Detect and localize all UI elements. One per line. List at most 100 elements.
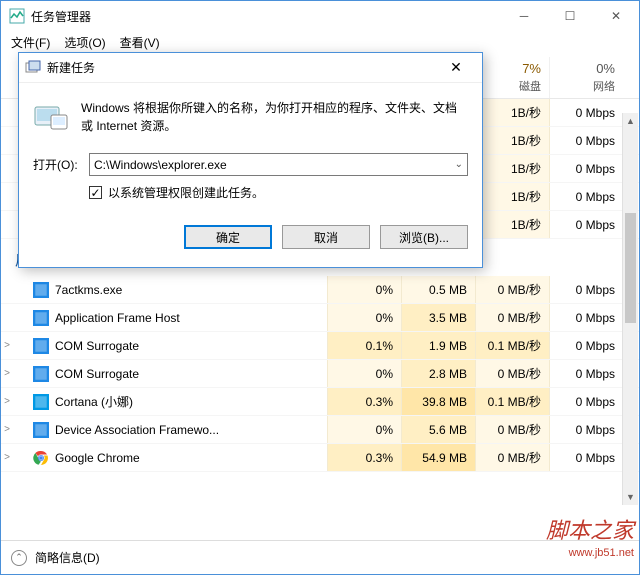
cell-disk: 0 MB/秒 (475, 416, 549, 443)
maximize-button[interactable]: ☐ (547, 1, 593, 31)
col-network[interactable]: 0% 网络 (549, 57, 623, 98)
table-row[interactable]: Application Frame Host0%3.5 MB0 MB/秒0 Mb… (1, 304, 639, 332)
process-icon (33, 338, 49, 354)
cell-disk: 0 MB/秒 (475, 360, 549, 387)
cell-net: 0 Mbps (549, 444, 623, 471)
watermark-url: www.jb51.net (569, 547, 634, 559)
open-value: C:\Windows\explorer.exe (94, 158, 227, 172)
process-name: Cortana (小娜) (55, 393, 327, 410)
cell-disk: 0 MB/秒 (475, 444, 549, 471)
close-button[interactable]: ✕ (593, 1, 639, 31)
process-icon (33, 366, 49, 382)
browse-button[interactable]: 浏览(B)... (380, 225, 468, 249)
table-row[interactable]: 7actkms.exe0%0.5 MB0 MB/秒0 Mbps (1, 276, 639, 304)
expand-icon[interactable]: > (1, 340, 13, 351)
cell-mem: 0.5 MB (401, 276, 475, 303)
cell-cpu: 0% (327, 276, 401, 303)
cell-net: 0 Mbps (549, 332, 623, 359)
process-icon (33, 450, 49, 466)
cell-cpu: 0% (327, 416, 401, 443)
process-icon (33, 422, 49, 438)
run-dialog: 新建任务 ✕ Windows 将根据你所键入的名称，为你打开相应的程序、文件夹、… (18, 52, 483, 268)
scroll-thumb[interactable] (625, 213, 636, 323)
cell-net: 0 Mbps (549, 304, 623, 331)
col-disk[interactable]: 7% 磁盘 (475, 57, 549, 98)
cell-cpu: 0% (327, 360, 401, 387)
process-icon (33, 282, 49, 298)
scroll-up-icon[interactable]: ▲ (623, 113, 638, 129)
footer: ⌃ 简略信息(D) (1, 540, 639, 574)
cell-mem: 2.8 MB (401, 360, 475, 387)
process-name: Device Association Framewo... (55, 423, 327, 437)
cell-disk: 0.1 MB/秒 (475, 388, 549, 415)
cell-net: 0 Mbps (549, 276, 623, 303)
expand-icon[interactable]: > (1, 424, 13, 435)
cell-cpu: 0.3% (327, 388, 401, 415)
cell-disk: 1B/秒 (475, 155, 549, 182)
open-combobox[interactable]: C:\Windows\explorer.exe ⌄ (89, 153, 468, 176)
menubar: 文件(F) 选项(O) 查看(V) (1, 31, 639, 53)
cell-mem: 54.9 MB (401, 444, 475, 471)
table-row[interactable]: > Google Chrome0.3%54.9 MB0 MB/秒0 Mbps (1, 444, 639, 472)
admin-checkbox[interactable]: ✓ (89, 186, 102, 199)
vertical-scrollbar[interactable]: ▲ ▼ (622, 113, 638, 505)
cell-net: 0 Mbps (549, 155, 623, 182)
admin-checkbox-label[interactable]: 以系统管理权限创建此任务。 (108, 184, 264, 201)
process-icon (33, 394, 49, 410)
ok-button[interactable]: 确定 (184, 225, 272, 249)
process-name: COM Surrogate (55, 339, 327, 353)
cell-mem: 5.6 MB (401, 416, 475, 443)
table-row[interactable]: > Cortana (小娜)0.3%39.8 MB0.1 MB/秒0 Mbps (1, 388, 639, 416)
dialog-title-text: 新建任务 (47, 59, 436, 76)
cell-disk: 0 MB/秒 (475, 276, 549, 303)
cell-cpu: 0.3% (327, 444, 401, 471)
scroll-down-icon[interactable]: ▼ (623, 489, 638, 505)
titlebar[interactable]: 任务管理器 ─ ☐ ✕ (1, 1, 639, 31)
process-icon (33, 310, 49, 326)
cell-disk: 1B/秒 (475, 183, 549, 210)
table-row[interactable]: >Device Association Framewo...0%5.6 MB0 … (1, 416, 639, 444)
cancel-button[interactable]: 取消 (282, 225, 370, 249)
cell-net: 0 Mbps (549, 183, 623, 210)
run-program-icon (33, 101, 69, 133)
app-icon (9, 8, 25, 24)
cell-net: 0 Mbps (549, 360, 623, 387)
expand-icon[interactable]: > (1, 368, 13, 379)
cell-net: 0 Mbps (549, 388, 623, 415)
open-label: 打开(O): (33, 156, 83, 173)
cell-net: 0 Mbps (549, 416, 623, 443)
dialog-close-button[interactable]: ✕ (436, 59, 476, 76)
cell-cpu: 0.1% (327, 332, 401, 359)
table-row[interactable]: > COM Surrogate0%2.8 MB0 MB/秒0 Mbps (1, 360, 639, 388)
cell-cpu: 0% (327, 304, 401, 331)
cell-disk: 0 MB/秒 (475, 304, 549, 331)
cell-mem: 3.5 MB (401, 304, 475, 331)
cell-disk: 1B/秒 (475, 211, 549, 238)
cell-disk: 1B/秒 (475, 127, 549, 154)
cell-disk: 0.1 MB/秒 (475, 332, 549, 359)
cell-net: 0 Mbps (549, 127, 623, 154)
cell-net: 0 Mbps (549, 211, 623, 238)
minimize-button[interactable]: ─ (501, 1, 547, 31)
window-title: 任务管理器 (31, 8, 501, 25)
cell-mem: 1.9 MB (401, 332, 475, 359)
process-name: 7actkms.exe (55, 283, 327, 297)
table-row[interactable]: > COM Surrogate0.1%1.9 MB0.1 MB/秒0 Mbps (1, 332, 639, 360)
run-icon (25, 60, 41, 76)
expand-icon[interactable]: > (1, 452, 13, 463)
chevron-up-icon[interactable]: ⌃ (11, 550, 27, 566)
menu-options[interactable]: 选项(O) (58, 32, 111, 53)
cell-net: 0 Mbps (549, 99, 623, 126)
watermark-text: 脚本之家 (546, 513, 634, 545)
expand-icon[interactable]: > (1, 396, 13, 407)
fewer-details-link[interactable]: 简略信息(D) (35, 549, 100, 566)
menu-view[interactable]: 查看(V) (114, 32, 166, 53)
cell-mem: 39.8 MB (401, 388, 475, 415)
cell-disk: 1B/秒 (475, 99, 549, 126)
menu-file[interactable]: 文件(F) (5, 32, 56, 53)
process-name: Google Chrome (55, 451, 327, 465)
chevron-down-icon[interactable]: ⌄ (455, 159, 463, 170)
dialog-message: Windows 将根据你所键入的名称，为你打开相应的程序、文件夹、文档或 Int… (81, 99, 468, 135)
process-name: COM Surrogate (55, 367, 327, 381)
dialog-titlebar[interactable]: 新建任务 ✕ (19, 53, 482, 83)
